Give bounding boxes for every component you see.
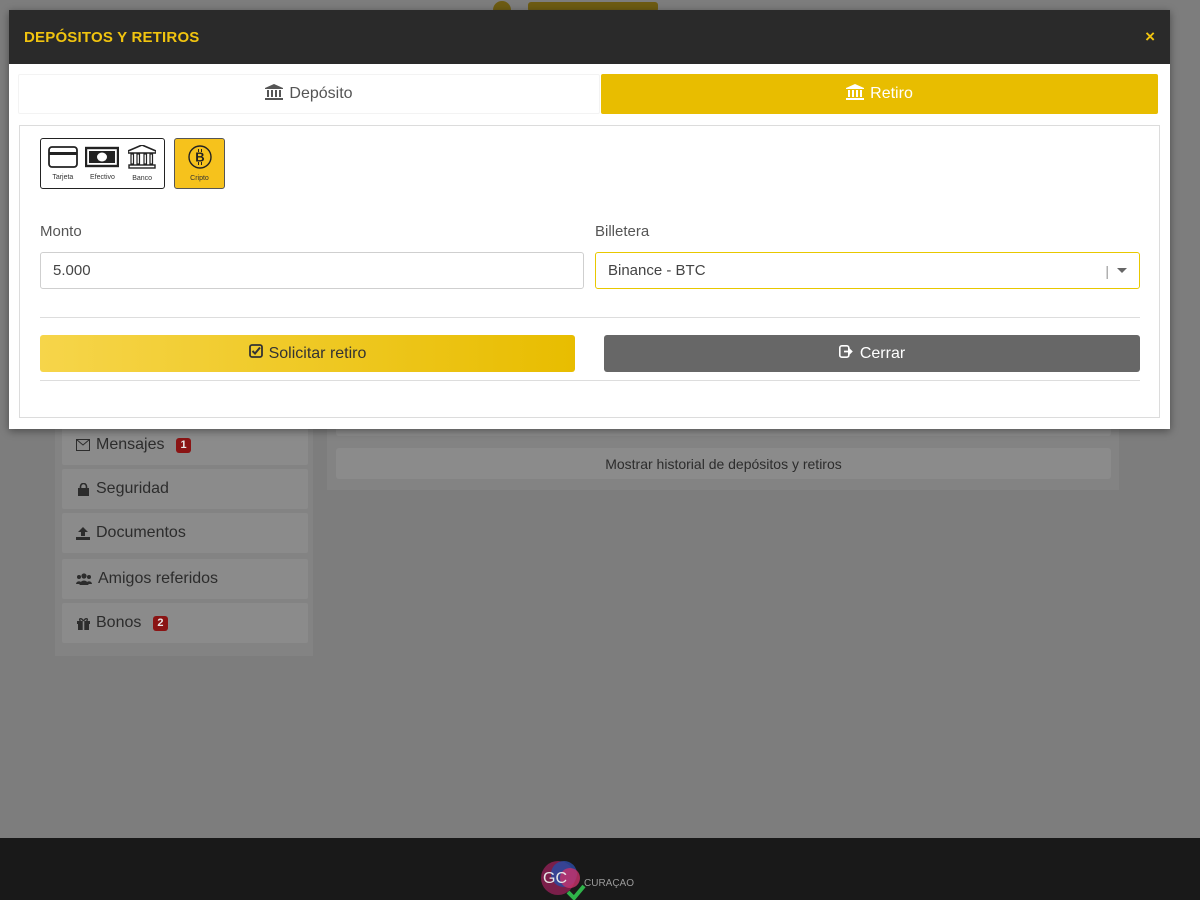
bank-icon — [127, 144, 157, 174]
message-count-badge: 1 — [176, 437, 191, 453]
bank-icon — [265, 83, 284, 105]
button-label: Solicitar retiro — [268, 344, 367, 362]
users-icon — [76, 572, 92, 586]
sidebar-item-label: Documentos — [96, 524, 186, 541]
gc-logo-text: GC — [543, 870, 567, 887]
gc-curacao-logo: GC CURAÇAO — [528, 858, 648, 900]
sidebar-item-messages[interactable]: Mensajes 1 — [62, 425, 308, 465]
svg-text:B: B — [195, 150, 204, 165]
tab-withdraw[interactable]: Retiro — [601, 74, 1158, 114]
withdraw-panel: Tarjeta Efectivo Banco B Cripto Monto 5.… — [19, 125, 1160, 418]
tab-label: Retiro — [870, 85, 913, 102]
transaction-tabs: Depósito Retiro — [18, 74, 1159, 116]
modal-header: DEPÓSITOS Y RETIROS × — [9, 10, 1170, 64]
wallet-selected-value: Binance - BTC — [608, 262, 706, 279]
sidebar-item-referrals[interactable]: Amigos referidos — [62, 559, 308, 599]
request-withdrawal-button[interactable]: Solicitar retiro — [40, 335, 575, 372]
amount-input[interactable]: 5.000 — [40, 252, 584, 289]
upload-icon — [76, 526, 90, 540]
check-square-icon — [248, 344, 263, 363]
sidebar-item-security[interactable]: Seguridad — [62, 469, 308, 509]
bank-icon — [846, 83, 865, 105]
chevron-down-icon — [1117, 268, 1127, 273]
envelope-icon — [76, 438, 90, 452]
tab-label: Depósito — [289, 85, 353, 102]
method-cash-button[interactable]: Efectivo — [83, 146, 121, 181]
show-history-button[interactable]: Mostrar historial de depósitos y retiros — [336, 448, 1111, 479]
modal-title: DEPÓSITOS Y RETIROS — [24, 28, 200, 46]
gift-icon — [76, 616, 90, 630]
gc-logo-subtext: CURAÇAO — [584, 878, 635, 889]
wallet-select[interactable]: Binance - BTC | — [595, 252, 1140, 289]
bitcoin-icon: B — [187, 145, 212, 174]
sidebar-item-bonuses[interactable]: Bonos 2 — [62, 603, 308, 643]
sidebar-item-label: Seguridad — [96, 480, 169, 497]
button-label: Cerrar — [859, 344, 906, 362]
sign-out-icon — [838, 344, 854, 363]
sidebar-item-label: Bonos — [96, 614, 142, 631]
method-label: Efectivo — [90, 174, 115, 181]
sidebar-item-label: Amigos referidos — [98, 570, 219, 587]
sidebar-item-label: Mensajes — [96, 436, 165, 453]
wallet-label: Billetera — [595, 223, 650, 240]
method-label: Cripto — [190, 175, 209, 182]
method-bank-button[interactable]: Banco — [123, 144, 161, 182]
method-label: Tarjeta — [52, 174, 74, 181]
lock-icon — [76, 482, 90, 496]
deposits-withdrawals-modal: DEPÓSITOS Y RETIROS × Depósito Retiro Ta… — [9, 10, 1170, 429]
select-arrow: | — [1105, 263, 1127, 279]
payment-method-group: Tarjeta Efectivo Banco — [40, 138, 165, 189]
tab-deposit[interactable]: Depósito — [18, 74, 600, 114]
close-icon[interactable]: × — [1145, 27, 1155, 47]
close-button[interactable]: Cerrar — [604, 335, 1140, 372]
form-divider-bottom — [40, 380, 1140, 381]
method-card-button[interactable]: Tarjeta — [44, 146, 82, 181]
bonus-count-badge: 2 — [153, 615, 168, 631]
amount-label: Monto — [40, 223, 82, 240]
form-divider-top — [40, 317, 1140, 318]
method-label: Banco — [132, 175, 153, 182]
cash-icon — [85, 146, 120, 173]
method-crypto-button[interactable]: B Cripto — [174, 138, 225, 189]
sidebar-item-documents[interactable]: Documentos — [62, 513, 308, 553]
credit-card-icon — [47, 146, 78, 173]
